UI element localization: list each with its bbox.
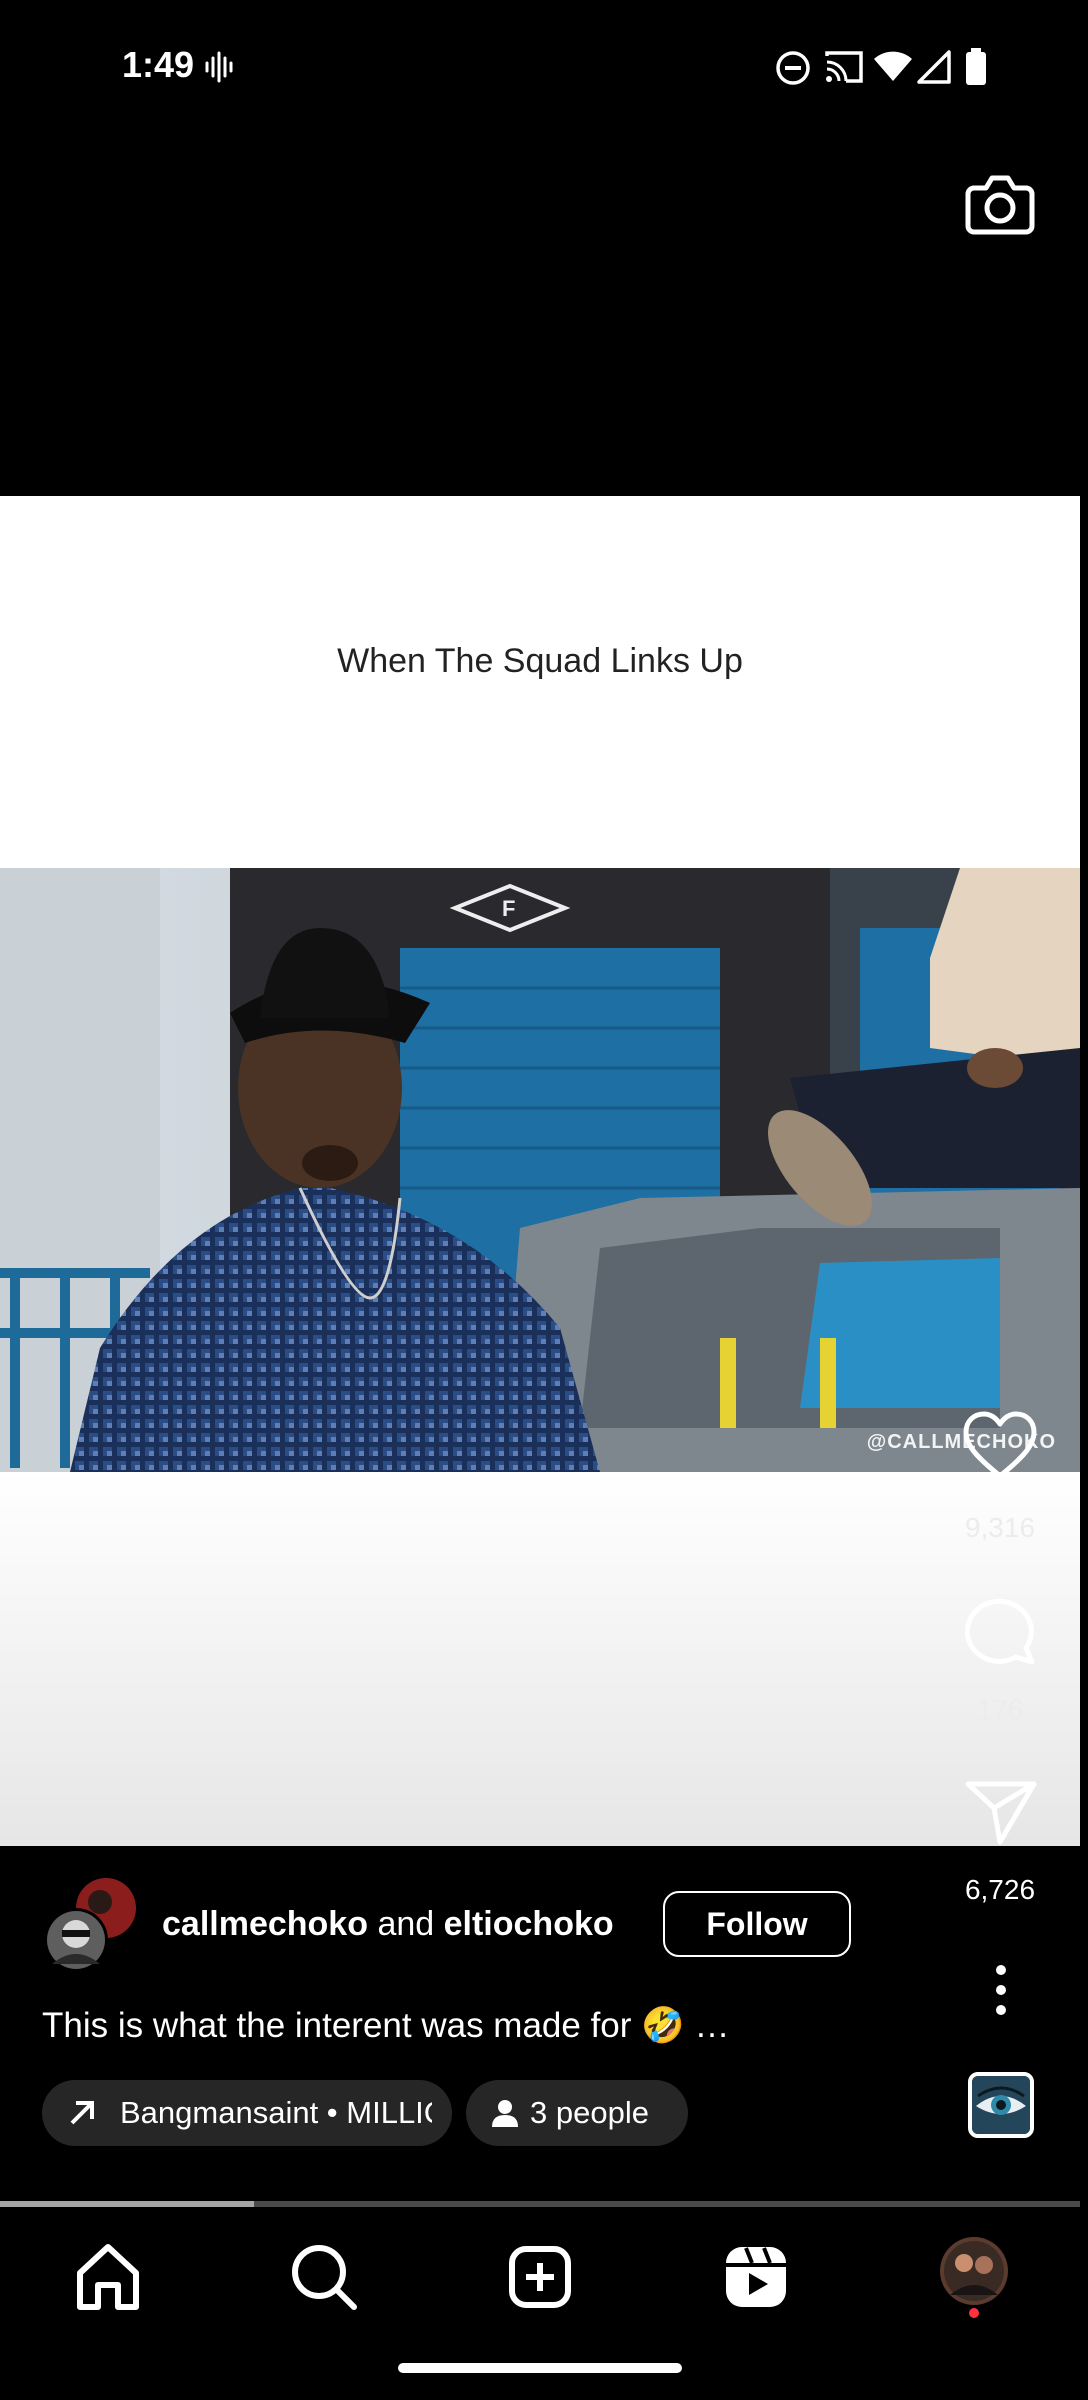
person-icon [492, 2100, 518, 2127]
nav-reels[interactable] [716, 2237, 796, 2317]
svg-text:F: F [502, 896, 515, 921]
status-bar: 1:49 [0, 0, 1088, 130]
camera-button[interactable] [962, 166, 1038, 242]
search-icon [292, 2245, 357, 2310]
audio-label: Bangmansaint • MILLIC [120, 2095, 432, 2130]
battery-icon [966, 48, 986, 85]
comment-button[interactable] [960, 1590, 1040, 1670]
tagged-people-chip[interactable]: 3 people [466, 2080, 688, 2146]
video-background [0, 1472, 1080, 1846]
avatar [44, 1878, 136, 1972]
nav-search[interactable] [284, 2237, 364, 2317]
video-scene-image: F [0, 868, 1080, 1472]
video-caption-text: When The Squad Links Up [337, 642, 743, 680]
author-joiner: and [377, 1905, 435, 1943]
heart-icon [963, 1411, 1037, 1479]
nav-profile[interactable] [932, 2235, 1016, 2319]
nav-home[interactable] [68, 2237, 148, 2317]
eye-artwork-icon [972, 2076, 1030, 2134]
nav-create[interactable] [500, 2237, 580, 2317]
signal-icon [917, 50, 951, 84]
author-avatars[interactable] [44, 1878, 140, 1974]
post-caption[interactable]: This is what the interent was made for 🤣… [42, 2005, 729, 2046]
tagged-people-label: 3 people [530, 2095, 649, 2130]
share-count: 6,726 [964, 1874, 1036, 1905]
arrow-up-right-icon [70, 2101, 94, 2125]
audio-thumbnail[interactable] [968, 2072, 1034, 2138]
voicemail-icon [205, 51, 233, 83]
status-time: 1:49 [122, 44, 195, 85]
author-primary[interactable]: callmechoko [162, 1905, 368, 1943]
profile-avatar [940, 2237, 1008, 2318]
notification-dot [969, 2308, 979, 2318]
like-count: 9,316 [964, 1512, 1036, 1543]
camera-icon [965, 175, 1035, 235]
follow-button[interactable]: Follow [663, 1891, 851, 1957]
comment-count: 176 [976, 1694, 1024, 1725]
do-not-disturb-icon [776, 51, 810, 85]
author-secondary[interactable]: eltiochoko [444, 1905, 614, 1943]
home-indicator[interactable] [398, 2363, 682, 2373]
author-names[interactable]: callmechoko and eltiochoko [162, 1905, 614, 1944]
share-icon [965, 1781, 1037, 1845]
like-button[interactable] [960, 1406, 1040, 1486]
reels-icon [726, 2247, 786, 2307]
cast-icon [825, 51, 863, 83]
wifi-icon [874, 51, 912, 81]
reel-video[interactable]: When The Squad Links Up F @CALLMECHOKO [0, 496, 1080, 1846]
more-options-button[interactable] [976, 1960, 1026, 2020]
comment-icon [964, 1598, 1035, 1665]
create-icon [509, 2246, 571, 2308]
share-button[interactable] [960, 1770, 1040, 1850]
home-icon [77, 2244, 139, 2310]
audio-chip[interactable]: Bangmansaint • MILLIC [42, 2080, 452, 2146]
more-vertical-icon [996, 1965, 1006, 2015]
video-frame: F @CALLMECHOKO [0, 868, 1080, 1472]
